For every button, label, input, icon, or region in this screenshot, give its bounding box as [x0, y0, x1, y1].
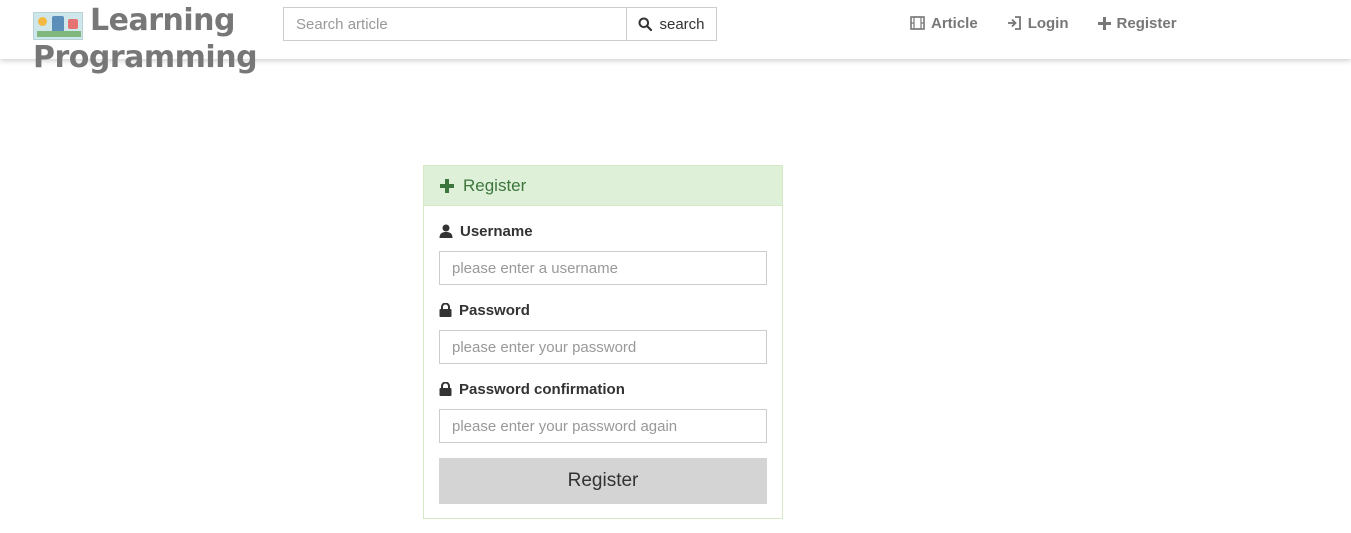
register-panel-title: Register — [463, 175, 527, 195]
nav-article-label: Article — [931, 14, 978, 32]
lock-icon — [439, 382, 452, 396]
brand-title: Learning Programming — [33, 2, 258, 76]
plus-icon — [440, 178, 454, 193]
search-button-label: search — [659, 15, 705, 33]
register-submit-button[interactable]: Register — [439, 458, 767, 504]
username-input[interactable] — [439, 251, 767, 285]
nav-article-link[interactable]: Article — [910, 12, 978, 34]
nav-login-label: Login — [1027, 14, 1069, 32]
user-icon — [439, 224, 453, 238]
login-icon — [1007, 16, 1022, 30]
register-form: Username Password Password confirmation … — [424, 206, 782, 504]
password-confirmation-label: Password confirmation — [439, 379, 767, 399]
nav-links: Article Login Register — [910, 12, 1206, 34]
register-panel-heading: Register — [424, 166, 782, 206]
search-button[interactable]: search — [626, 7, 717, 41]
password-confirmation-label-text: Password confirmation — [459, 380, 625, 398]
search-input[interactable] — [283, 7, 627, 41]
nav-register-label: Register — [1116, 14, 1177, 32]
film-icon — [910, 16, 925, 30]
username-label-text: Username — [460, 222, 533, 240]
password-input[interactable] — [439, 330, 767, 364]
plus-icon — [1097, 16, 1111, 30]
password-confirmation-input[interactable] — [439, 409, 767, 443]
top-navbar: Learning Programming search Article Logi… — [0, 0, 1351, 75]
search-icon — [638, 17, 653, 31]
search-form: search — [283, 7, 717, 41]
password-label: Password — [439, 300, 767, 320]
register-panel: Register Username Password Password conf… — [423, 165, 783, 519]
password-label-text: Password — [459, 301, 530, 319]
brand-title-line1: Learning — [90, 3, 235, 38]
brand-title-line2: Programming — [33, 40, 258, 75]
lock-icon — [439, 303, 452, 317]
nav-login-link[interactable]: Login — [1007, 12, 1069, 34]
username-label: Username — [439, 221, 767, 241]
nav-register-link[interactable]: Register — [1097, 12, 1177, 34]
